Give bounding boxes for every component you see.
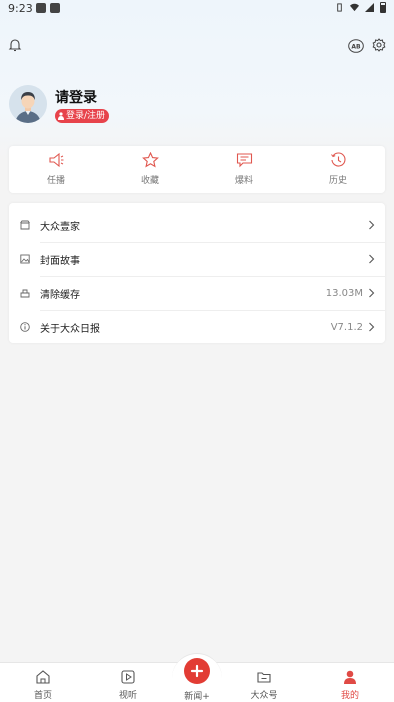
- tab-audio-video[interactable]: 视听: [98, 663, 158, 702]
- tab-label: 新闻+: [184, 692, 210, 702]
- cache-size-value: 13.03M: [325, 287, 363, 299]
- ab-icon: AB: [348, 39, 364, 53]
- quick-actions-card: 任播 收藏 爆料 历史: [9, 146, 385, 193]
- folder-icon: [257, 672, 271, 683]
- history-icon: [330, 152, 346, 167]
- quick-action-label: 任播: [46, 176, 65, 186]
- battery-icon: [380, 2, 386, 13]
- header-background: [0, 0, 394, 160]
- tab-label: 大众号: [250, 691, 278, 701]
- chevron-right-icon: [369, 254, 375, 264]
- quick-action-label: 收藏: [140, 176, 159, 186]
- chevron-right-icon: [369, 220, 375, 230]
- message-icon: [236, 153, 252, 168]
- chevron-right-icon: [369, 288, 375, 298]
- status-right-icons: [335, 2, 386, 13]
- play-icon: [121, 670, 135, 684]
- login-register-button[interactable]: 登录/注册: [55, 109, 110, 123]
- signal-icon: [365, 3, 374, 12]
- tab-home[interactable]: 首页: [13, 663, 73, 702]
- status-time: 9:23: [8, 2, 33, 15]
- image-icon: [20, 254, 30, 264]
- quick-action-label: 爆料: [234, 176, 253, 186]
- tab-dazhong-hao[interactable]: 大众号: [234, 663, 294, 702]
- a-notification-icon: [36, 3, 46, 13]
- quick-action-history[interactable]: 历史: [291, 146, 385, 193]
- menu-item-label: 大众壹家: [40, 221, 80, 233]
- login-register-label: 登录/注册: [66, 111, 106, 121]
- menu-item-about[interactable]: 关于大众日报 V7.1.2: [9, 310, 385, 344]
- menu-item-dazhong-yijia[interactable]: 大众壹家: [9, 208, 385, 242]
- login-prompt[interactable]: 请登录: [55, 87, 97, 107]
- bell-icon[interactable]: [8, 38, 22, 52]
- tab-label: 我的: [340, 691, 359, 701]
- home-icon: [36, 670, 50, 684]
- megaphone-icon: [48, 152, 63, 168]
- menu-item-label: 关于大众日报: [40, 323, 100, 335]
- menu-item-cover-story[interactable]: 封面故事: [9, 242, 385, 276]
- tab-label: 视听: [118, 691, 137, 701]
- broom-icon: [20, 289, 30, 298]
- menu-item-label: 封面故事: [40, 255, 80, 267]
- version-value: V7.1.2: [330, 321, 363, 333]
- reading-mode-button[interactable]: AB: [348, 38, 364, 53]
- menu-item-label: 清除缓存: [40, 289, 80, 301]
- gear-icon[interactable]: [372, 38, 386, 52]
- tab-news-plus[interactable]: [184, 658, 210, 684]
- chevron-right-icon: [369, 322, 375, 332]
- avatar-person-icon: [9, 85, 47, 123]
- menu-item-clear-cache[interactable]: 清除缓存 13.03M: [9, 276, 385, 310]
- plus-icon: [190, 664, 204, 678]
- person-icon: [58, 112, 64, 120]
- tab-label: 首页: [33, 691, 52, 701]
- notification-icons: [36, 3, 60, 13]
- star-icon: [141, 152, 159, 168]
- status-bar: 9:23: [0, 0, 394, 18]
- store-icon: [20, 220, 30, 230]
- quick-action-label: 历史: [328, 176, 347, 186]
- wifi-icon: [350, 3, 359, 12]
- tab-mine[interactable]: 我的: [320, 663, 380, 702]
- app-notification-icon: [50, 3, 60, 13]
- quick-action-favorites[interactable]: 收藏: [103, 146, 197, 193]
- info-icon: [20, 322, 30, 332]
- user-icon: [344, 670, 356, 684]
- settings-menu-card: 大众壹家 封面故事 清除缓存 13.03M 关于大众日报 V7.1.2: [9, 203, 385, 343]
- avatar[interactable]: [9, 85, 47, 123]
- vibrate-icon: [337, 3, 342, 12]
- quick-action-tip-off[interactable]: 爆料: [197, 146, 291, 193]
- quick-action-ren-bo[interactable]: 任播: [9, 146, 103, 193]
- ab-label: AB: [351, 43, 361, 50]
